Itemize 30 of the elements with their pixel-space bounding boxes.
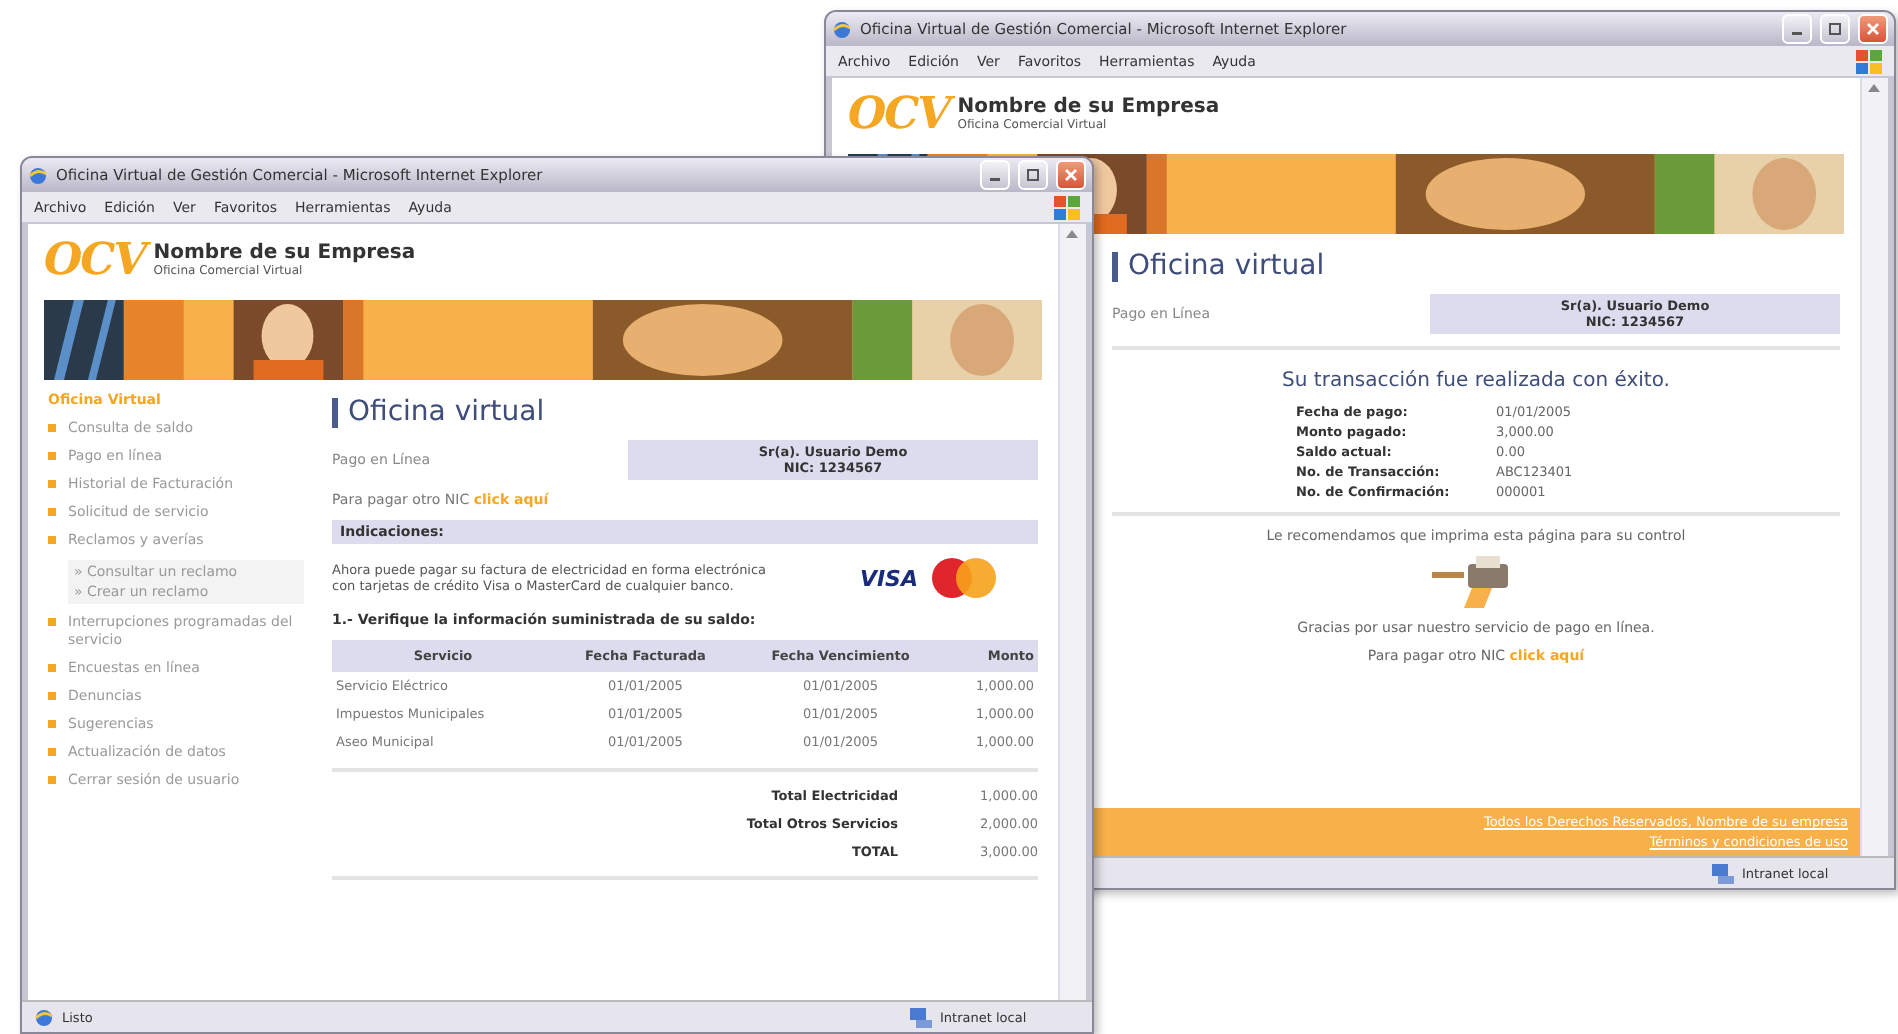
scrollbar[interactable] (1860, 78, 1888, 856)
computer-icon (1712, 863, 1734, 883)
mastercard-logo-icon (930, 556, 998, 600)
browser-icon (34, 1007, 54, 1027)
maximize-icon (1828, 22, 1842, 36)
card-logo: VISA (859, 565, 918, 591)
maximize-icon (1026, 168, 1040, 182)
logo-mark: OCV (848, 88, 950, 140)
heading-bar (1112, 251, 1118, 281)
company-name: Nombre de su Empresa (153, 242, 416, 264)
minimize-button[interactable] (980, 160, 1010, 190)
success-message: Su transacción fue realizada con éxito. (1282, 370, 1670, 392)
page-heading: Oficina virtual (348, 396, 545, 428)
close-button[interactable] (1858, 14, 1888, 44)
heading-bar (332, 397, 338, 427)
browser-icon (832, 19, 852, 39)
scrollbar[interactable] (1058, 224, 1086, 1000)
close-button[interactable] (1056, 160, 1086, 190)
close-icon (1866, 22, 1880, 36)
maximize-button[interactable] (1018, 160, 1048, 190)
page-heading: Oficina virtual (1128, 250, 1325, 282)
maximize-button[interactable] (1820, 14, 1850, 44)
windows-logo-icon (1856, 49, 1882, 73)
minimize-button[interactable] (1782, 14, 1812, 44)
company-name: Nombre de su Empresa (957, 96, 1220, 118)
logo-mark: OCV (44, 234, 146, 286)
close-icon (1064, 168, 1078, 182)
browser-icon (28, 165, 48, 185)
windows-logo-icon (1054, 195, 1080, 219)
computer-icon (910, 1007, 932, 1027)
